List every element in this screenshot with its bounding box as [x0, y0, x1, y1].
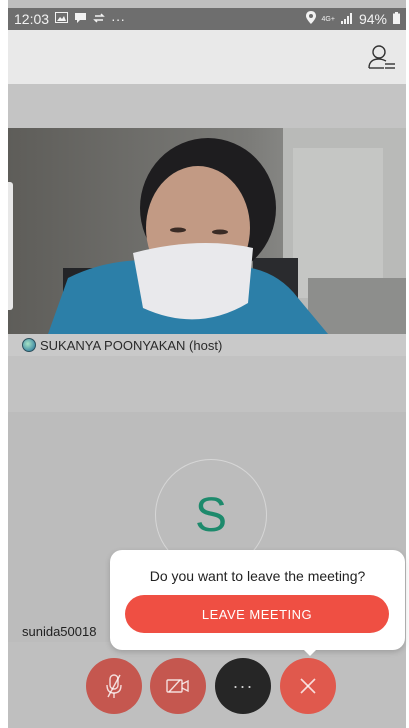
frame-left: [0, 0, 8, 728]
host-status-icon: [22, 338, 36, 352]
location-icon: [305, 11, 316, 27]
mic-off-icon: [106, 674, 122, 698]
toggle-camera-button[interactable]: [150, 658, 206, 714]
top-bar: [8, 30, 406, 84]
gap-band: [8, 84, 406, 128]
mute-mic-button[interactable]: [86, 658, 142, 714]
battery-level: 94%: [358, 11, 387, 27]
host-video-image: [8, 128, 406, 334]
leave-question: Do you want to leave the meeting?: [149, 568, 366, 584]
sync-icon: [93, 12, 105, 27]
participants-icon: [368, 45, 395, 69]
more-options-button[interactable]: ···: [215, 658, 271, 714]
participants-button[interactable]: [368, 44, 396, 70]
host-video-tile[interactable]: [8, 128, 406, 334]
chat-icon: [74, 12, 87, 27]
side-panel-handle[interactable]: [8, 182, 13, 310]
battery-icon: [393, 11, 400, 27]
popover-arrow: [300, 646, 320, 656]
participant-name: sunida50018: [22, 624, 97, 639]
status-left: 12:03 ···: [14, 11, 125, 27]
leave-meeting-popover: Do you want to leave the meeting? LEAVE …: [110, 550, 405, 650]
leave-meeting-button[interactable]: LEAVE MEETING: [125, 595, 389, 633]
host-name-strip: SUKANYA POONYAKAN (host): [8, 334, 406, 356]
more-dots-label: ···: [232, 675, 254, 696]
image-icon: [55, 12, 69, 26]
camera-off-icon: [166, 679, 189, 693]
status-right: 4G+ 94%: [305, 11, 400, 27]
status-time: 12:03: [14, 11, 50, 27]
network-type: 4G+: [321, 15, 335, 23]
end-call-button[interactable]: [280, 658, 336, 714]
more-dots-icon: ···: [111, 11, 126, 27]
host-name: SUKANYA POONYAKAN (host): [40, 337, 223, 353]
avatar-initial: S: [194, 488, 227, 542]
tile-separator: [8, 356, 406, 412]
close-icon: [300, 678, 316, 694]
signal-icon: [340, 11, 353, 27]
status-bar: 12:03 ··· 4G+ 94%: [8, 8, 406, 30]
